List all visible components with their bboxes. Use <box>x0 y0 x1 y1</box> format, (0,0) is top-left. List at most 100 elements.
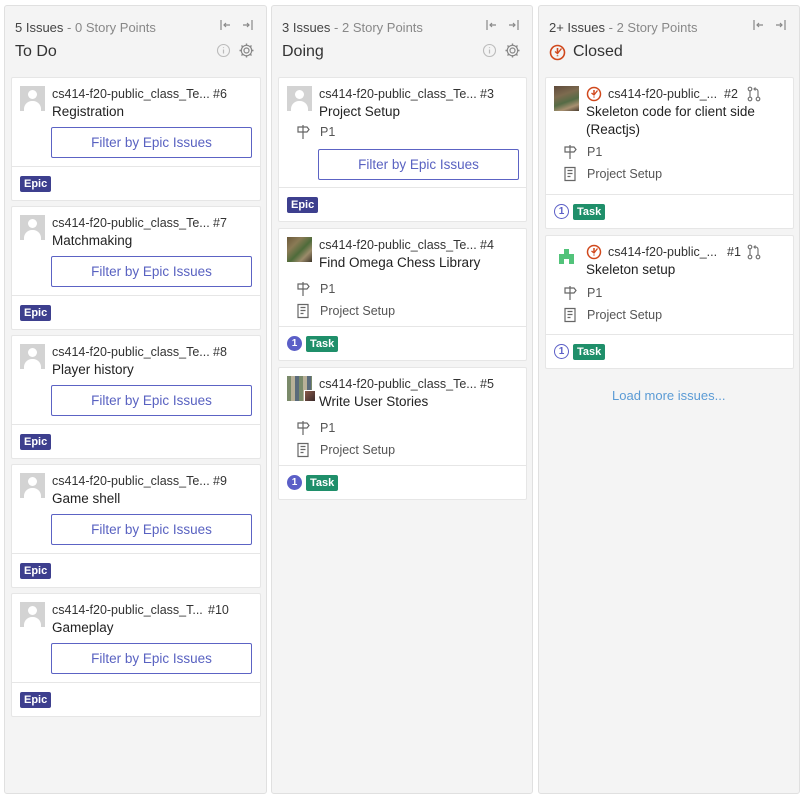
repo-name[interactable]: cs414-f20-public_class_Te... <box>52 87 210 101</box>
column-doing: 3 Issues - 2 Story Points Doing cs414-f2… <box>271 5 533 794</box>
collapse-right-icon[interactable] <box>774 18 788 32</box>
issue-title[interactable]: Game shell <box>52 491 120 506</box>
repo-name[interactable]: cs414-f20-public_... <box>608 245 717 259</box>
issue-card[interactable]: cs414-f20-public_class_T... #10 Gameplay… <box>11 593 261 717</box>
collapse-left-icon[interactable] <box>751 18 765 32</box>
epic-icon <box>564 307 576 323</box>
issue-number[interactable]: #9 <box>213 474 227 488</box>
issue-title[interactable]: Skeleton code for client side <box>586 104 755 119</box>
column-closed: 2+ Issues - 2 Story Points Closed cs414-… <box>538 5 800 794</box>
column-meta: 3 Issues - 2 Story Points <box>282 20 423 35</box>
epic-icon <box>297 303 309 319</box>
priority-row: P1 <box>562 285 602 301</box>
signpost-icon <box>297 125 310 139</box>
column-title: To Do <box>15 43 57 60</box>
issue-title[interactable]: Gameplay <box>52 620 114 635</box>
card-footer: Epic <box>12 166 260 200</box>
issue-card[interactable]: cs414-f20-public_... #2 Skeleton code fo… <box>545 77 794 229</box>
signpost-icon <box>297 421 310 435</box>
issue-number[interactable]: #1 <box>727 245 741 259</box>
filter-epic-button[interactable]: Filter by Epic Issues <box>51 256 252 287</box>
epic-link[interactable]: Project Setup <box>587 308 662 322</box>
issue-card[interactable]: cs414-f20-public_class_Te... #6 Registra… <box>11 77 261 201</box>
info-icon[interactable] <box>216 43 231 58</box>
epic-row: Project Setup <box>562 166 662 182</box>
issue-number[interactable]: #8 <box>213 345 227 359</box>
story-points: 2 Story Points <box>616 20 698 35</box>
repo-name[interactable]: cs414-f20-public_class_Te... <box>319 238 477 252</box>
collapse-left-icon[interactable] <box>218 18 232 32</box>
issue-number[interactable]: #10 <box>208 603 229 617</box>
task-badge: Task <box>306 336 339 352</box>
column-header: 2+ Issues - 2 Story Points Closed <box>539 6 799 72</box>
issue-number[interactable]: #4 <box>480 238 494 252</box>
issue-card[interactable]: cs414-f20-public_class_Te... #8 Player h… <box>11 335 261 459</box>
repo-name[interactable]: cs414-f20-public_class_Te... <box>319 87 477 101</box>
issue-card[interactable]: cs414-f20-public_class_Te... #9 Game she… <box>11 464 261 588</box>
repo-name[interactable]: cs414-f20-public_class_Te... <box>319 377 477 391</box>
pull-request-icon[interactable] <box>746 244 762 260</box>
filter-epic-button[interactable]: Filter by Epic Issues <box>51 385 252 416</box>
card-footer: 1 Task <box>546 194 793 228</box>
card-footer: 1 Task <box>546 334 793 368</box>
epic-row: Project Setup <box>295 442 395 458</box>
epic-link[interactable]: Project Setup <box>320 443 395 457</box>
gear-icon[interactable] <box>238 42 255 59</box>
info-icon[interactable] <box>482 43 497 58</box>
card-footer: 1 Task <box>279 326 526 360</box>
signpost-icon <box>564 145 577 159</box>
issue-title[interactable]: Find Omega Chess Library <box>319 255 480 270</box>
repo-name[interactable]: cs414-f20-public_class_Te... <box>52 474 210 488</box>
priority-label: P1 <box>320 421 336 435</box>
pull-request-icon[interactable] <box>746 86 762 102</box>
issue-number[interactable]: #7 <box>213 216 227 230</box>
repo-name[interactable]: cs414-f20-public_class_Te... <box>52 216 210 230</box>
story-points: 0 Story Points <box>74 20 156 35</box>
column-title: Doing <box>282 43 324 60</box>
priority-row: P1 <box>295 420 335 436</box>
filter-epic-button[interactable]: Filter by Epic Issues <box>51 127 252 158</box>
epic-badge: Epic <box>20 434 52 450</box>
filter-epic-button[interactable]: Filter by Epic Issues <box>318 149 519 180</box>
estimate-badge: 1 <box>554 344 569 359</box>
filter-epic-button[interactable]: Filter by Epic Issues <box>51 514 252 545</box>
task-badge: Task <box>306 475 339 491</box>
issue-title-line2[interactable]: (Reactjs) <box>586 122 640 137</box>
issue-number[interactable]: #3 <box>480 87 494 101</box>
card-footer: 1 Task <box>279 465 526 499</box>
issue-number[interactable]: #5 <box>480 377 494 391</box>
priority-label: P1 <box>587 286 603 300</box>
issue-number[interactable]: #2 <box>724 87 738 101</box>
filter-epic-button[interactable]: Filter by Epic Issues <box>51 643 252 674</box>
issue-title[interactable]: Player history <box>52 362 134 377</box>
epic-badge: Epic <box>20 305 52 321</box>
collapse-right-icon[interactable] <box>507 18 521 32</box>
epic-link[interactable]: Project Setup <box>587 167 662 181</box>
issue-title[interactable]: Matchmaking <box>52 233 132 248</box>
task-badge: Task <box>573 344 606 360</box>
issue-card[interactable]: cs414-f20-public_class_Te... #3 Project … <box>278 77 527 222</box>
collapse-right-icon[interactable] <box>241 18 255 32</box>
issue-card[interactable]: cs414-f20-public_class_Te... #5 Write Us… <box>278 367 527 500</box>
issue-title[interactable]: Write User Stories <box>319 394 428 409</box>
epic-row: Project Setup <box>295 303 395 319</box>
collapse-left-icon[interactable] <box>484 18 498 32</box>
repo-name[interactable]: cs414-f20-public_class_T... <box>52 603 203 617</box>
priority-row: P1 <box>295 281 335 297</box>
issue-title[interactable]: Skeleton setup <box>586 262 675 277</box>
avatar <box>554 86 579 111</box>
issue-card[interactable]: cs414-f20-public_class_Te... #7 Matchmak… <box>11 206 261 330</box>
issue-card[interactable]: cs414-f20-public_... #1 Skeleton setup P… <box>545 235 794 369</box>
load-more-link[interactable]: Load more issues... <box>612 388 725 403</box>
issue-title[interactable]: Project Setup <box>319 104 400 119</box>
issue-title[interactable]: Registration <box>52 104 124 119</box>
issue-number[interactable]: #6 <box>213 87 227 101</box>
issue-card[interactable]: cs414-f20-public_class_Te... #4 Find Ome… <box>278 228 527 361</box>
repo-name[interactable]: cs414-f20-public_class_Te... <box>52 345 210 359</box>
epic-link[interactable]: Project Setup <box>320 304 395 318</box>
gear-icon[interactable] <box>504 42 521 59</box>
epic-badge: Epic <box>20 563 52 579</box>
closed-issue-icon <box>586 244 602 260</box>
priority-label: P1 <box>587 145 603 159</box>
repo-name[interactable]: cs414-f20-public_... <box>608 87 717 101</box>
